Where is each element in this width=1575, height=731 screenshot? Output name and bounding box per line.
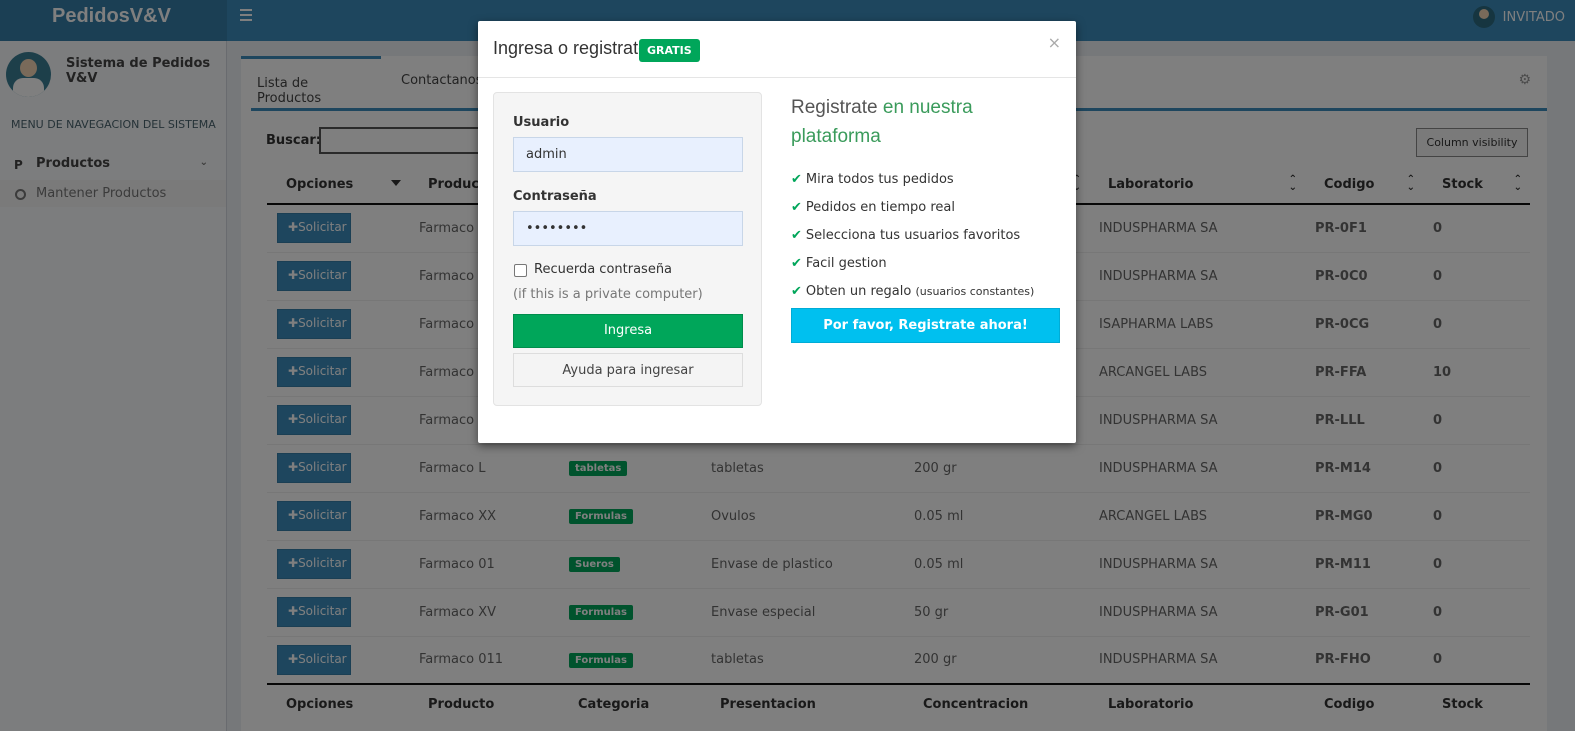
register-title-main: Registrate — [791, 97, 878, 118]
gratis-badge: GRATIS — [639, 39, 700, 62]
feature-item: ✔ Pedidos en tiempo real — [791, 200, 1034, 228]
modal-title: Ingresa o registrate — [493, 38, 649, 58]
register-button[interactable]: Por favor, Registrate ahora! — [791, 308, 1060, 343]
remember-hint: (if this is a private computer) — [513, 287, 703, 302]
feature-note: (usuarios constantes) — [915, 285, 1035, 298]
feature-item: ✔ Selecciona tus usuarios favoritos — [791, 228, 1034, 256]
check-icon: ✔ — [791, 172, 802, 187]
feature-text: Facil gestion — [805, 256, 887, 271]
help-button[interactable]: Ayuda para ingresar — [513, 353, 743, 387]
username-label: Usuario — [513, 115, 570, 130]
login-modal: Ingresa o registrate GRATIS × Usuario ad… — [478, 21, 1076, 443]
password-input[interactable]: •••••••• — [513, 211, 743, 246]
username-input[interactable]: admin — [513, 137, 743, 172]
remember-checkbox[interactable] — [514, 264, 527, 277]
close-icon[interactable]: × — [1048, 33, 1061, 52]
feature-text: Selecciona tus usuarios favoritos — [805, 228, 1021, 243]
feature-text: Mira todos tus pedidos — [805, 172, 954, 187]
modal-header: Ingresa o registrate GRATIS × — [478, 21, 1076, 78]
feature-list: ✔ Mira todos tus pedidos ✔ Pedidos en tiemp… — [791, 172, 1034, 312]
check-icon: ✔ — [791, 228, 802, 243]
feature-item: ✔ Mira todos tus pedidos — [791, 172, 1034, 200]
check-icon: ✔ — [791, 200, 802, 215]
feature-text: Pedidos en tiempo real — [805, 200, 955, 215]
check-icon: ✔ — [791, 256, 802, 271]
feature-item: ✔ Facil gestion — [791, 256, 1034, 284]
check-icon: ✔ — [791, 284, 802, 299]
password-label: Contraseña — [513, 189, 597, 204]
feature-text: Obten un regalo — [805, 284, 912, 299]
login-form: Usuario admin Contraseña •••••••• Recuer… — [493, 92, 762, 406]
login-button[interactable]: Ingresa — [513, 314, 743, 348]
register-title: Registrate en nuestra plataforma — [791, 93, 1031, 151]
remember-label[interactable]: Recuerda contraseña — [534, 262, 672, 277]
